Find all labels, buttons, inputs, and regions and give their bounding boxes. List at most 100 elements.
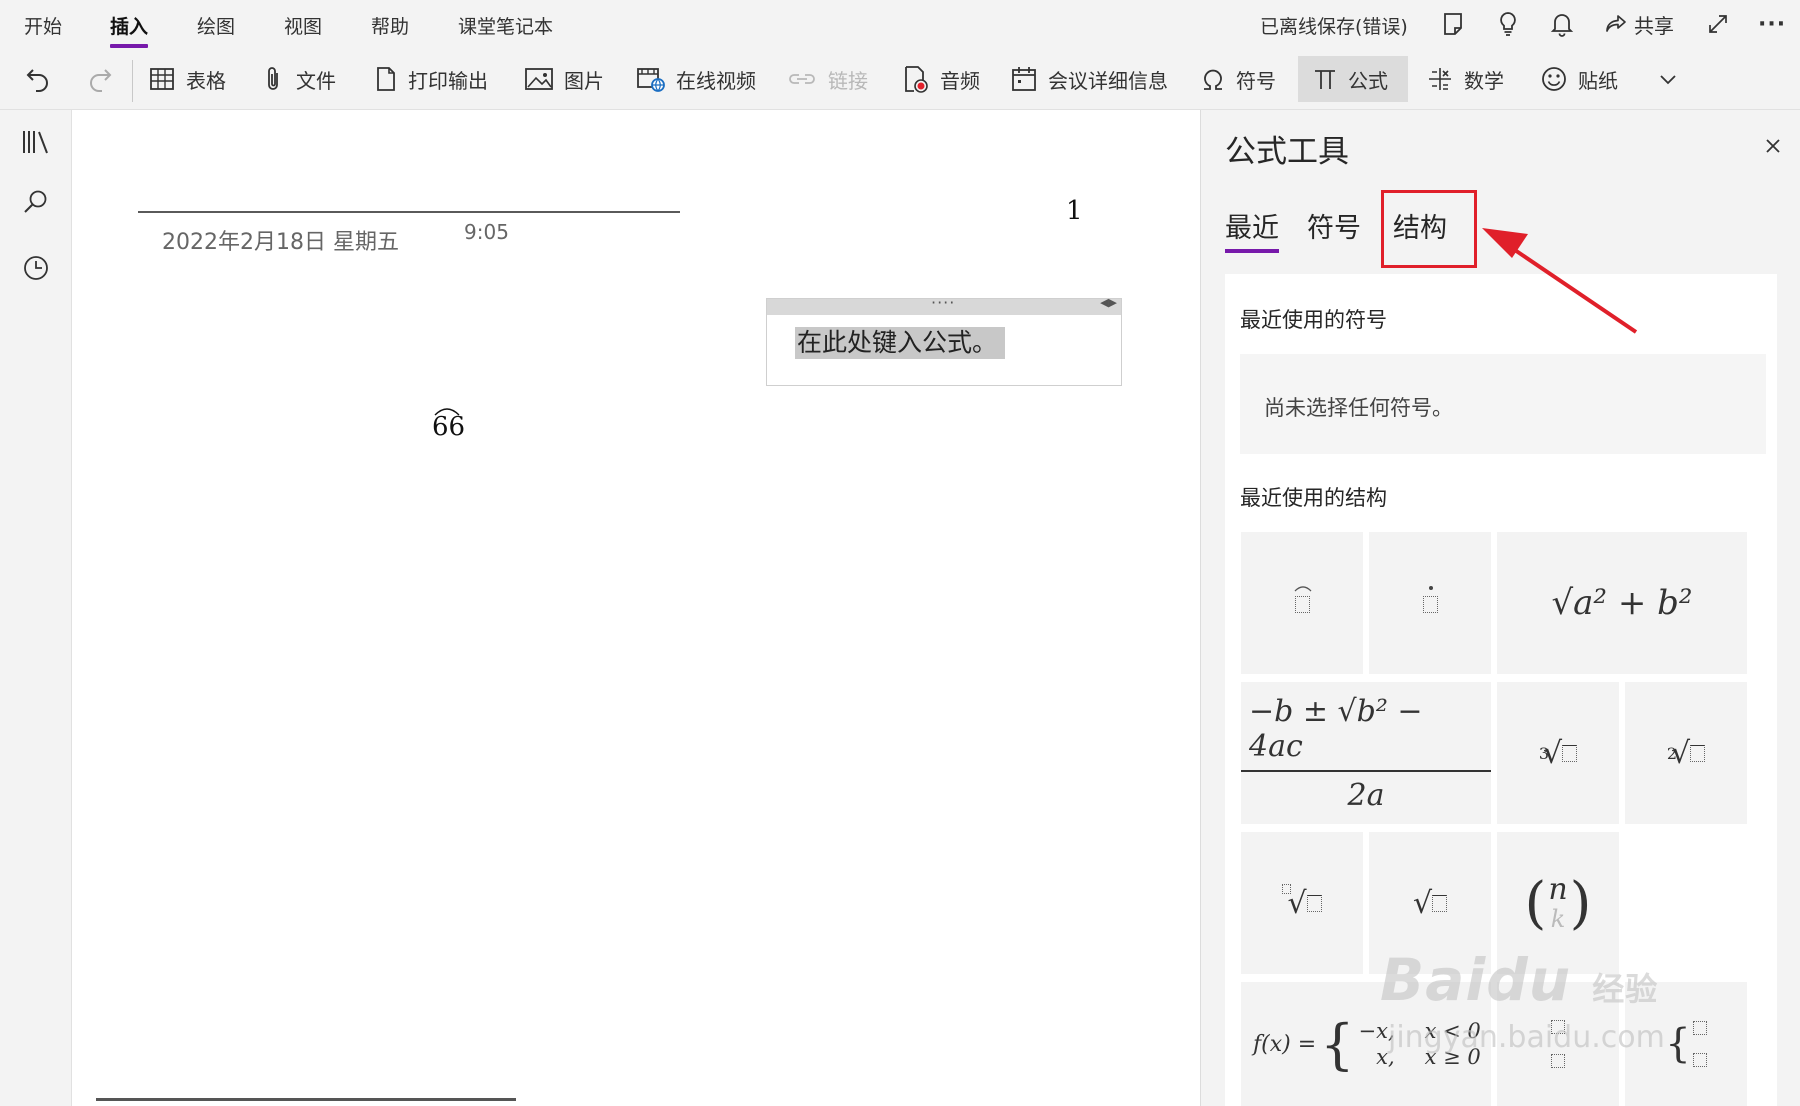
insert-equation-button[interactable]: 公式 — [1298, 56, 1408, 102]
left-rail — [0, 110, 72, 1106]
quadratic-denominator: 2a — [1347, 777, 1385, 813]
calendar-icon — [1012, 67, 1036, 91]
tab-insert[interactable]: 插入 — [110, 12, 149, 48]
cube-root-index: 3 — [1538, 743, 1550, 763]
smiley-icon — [1542, 67, 1566, 91]
more-options-button[interactable]: ··· — [1758, 6, 1786, 42]
insert-picture-button[interactable]: 图片 — [518, 56, 610, 102]
quadratic-numerator: −b ± √b² − 4ac — [1241, 694, 1491, 772]
tab-class-notebook[interactable]: 课堂笔记本 — [458, 12, 553, 39]
recent-symbols-heading: 最近使用的符号 — [1240, 308, 1387, 332]
link-label: 链接 — [828, 68, 868, 93]
insert-online-video-button[interactable]: 在线视频 — [630, 56, 762, 102]
save-status[interactable]: 已离线保存(错误) — [1260, 12, 1408, 39]
file-label: 文件 — [296, 68, 336, 93]
document-icon — [377, 67, 395, 91]
recent-clock-icon[interactable] — [18, 250, 54, 286]
share-label: 共享 — [1634, 13, 1674, 38]
structure-square-root-indexed[interactable]: 2 √ — [1625, 682, 1747, 824]
pane-title: 公式工具 — [1225, 134, 1349, 170]
pi-icon — [1315, 70, 1335, 89]
pane-tab-recent[interactable]: 最近 — [1225, 206, 1279, 253]
undo-icon — [26, 69, 48, 92]
drag-dots: ···· — [931, 293, 956, 312]
page-title-line[interactable] — [138, 211, 680, 213]
watermark-paw: du — [1486, 946, 1572, 1014]
structure-overarc[interactable] — [1241, 532, 1363, 674]
annotation-highlight-box — [1381, 190, 1477, 268]
bell-icon[interactable] — [1550, 6, 1574, 42]
picture-label: 图片 — [564, 68, 604, 93]
structure-cube-root[interactable]: 3 √ — [1497, 682, 1619, 824]
resize-arrows-icon[interactable]: ◀▶ — [1100, 296, 1117, 309]
page-date: 2022年2月18日 星期五 — [162, 230, 399, 255]
printout-label: 打印输出 — [408, 68, 488, 93]
page-number-text[interactable]: 1 — [1066, 196, 1083, 226]
insert-printout-button[interactable]: 打印输出 — [368, 56, 494, 102]
watermark-cn: 经验 — [1592, 970, 1659, 1008]
piecewise-f: f(x) = — [1253, 1031, 1317, 1057]
structure-quadratic-formula[interactable]: −b ± √b² − 4ac 2a — [1241, 682, 1491, 824]
arc-equation[interactable]: 66 — [432, 408, 465, 442]
tab-draw[interactable]: 绘图 — [197, 12, 235, 39]
ribbon-separator — [132, 60, 133, 102]
omega-icon — [1204, 69, 1222, 90]
search-icon[interactable] — [18, 184, 54, 220]
insert-file-button[interactable]: 文件 — [256, 56, 342, 102]
binomial-k: k — [1550, 905, 1566, 934]
table-icon — [150, 68, 174, 90]
notebooks-icon[interactable] — [18, 124, 54, 160]
arc-accent — [434, 408, 460, 416]
math-icon — [1429, 68, 1451, 90]
insert-link-button[interactable]: 链接 — [780, 56, 874, 102]
baidu-watermark: Baidu 经验 — [1380, 946, 1658, 1014]
structure-nth-root[interactable]: √ — [1241, 832, 1363, 974]
ribbon: 表格 文件 打印输出 图片 在线视频 链接 音频 会议详细信息 符号 公式 数学 — [0, 48, 1800, 110]
tab-home[interactable]: 开始 — [24, 12, 62, 39]
equation-label: 公式 — [1348, 68, 1388, 93]
fullscreen-icon[interactable] — [1706, 6, 1730, 42]
structure-dot-accent[interactable] — [1369, 532, 1491, 674]
table-label: 表格 — [186, 68, 226, 93]
recent-symbols-empty: 尚未选择任何符号。 — [1240, 354, 1766, 454]
share-icon — [1606, 15, 1626, 32]
insert-table-button[interactable]: 表格 — [142, 56, 232, 102]
redo-button[interactable] — [80, 56, 120, 102]
meeting-details-button[interactable]: 会议详细信息 — [1004, 56, 1174, 102]
no-symbol-message: 尚未选择任何符号。 — [1264, 396, 1453, 420]
container-drag-handle[interactable]: ···· ◀▶ — [767, 293, 1121, 315]
recent-structures-heading: 最近使用的结构 — [1240, 486, 1387, 510]
share-button[interactable]: 共享 — [1604, 6, 1674, 42]
structure-pythagoras[interactable]: √a² + b² — [1497, 532, 1747, 674]
equation-container[interactable]: ···· ◀▶ 在此处键入公式。 — [766, 293, 1122, 386]
watermark-brand: Bai — [1380, 946, 1487, 1014]
symbol-label: 符号 — [1236, 68, 1276, 93]
menu-bar: 开始 插入 绘图 视图 帮助 课堂笔记本 已离线保存(错误) 共享 ··· — [0, 0, 1800, 48]
paperclip-icon — [268, 67, 278, 90]
sticker-button[interactable]: 贴纸 — [1534, 56, 1624, 102]
meeting-details-label: 会议详细信息 — [1048, 68, 1168, 93]
redo-icon — [90, 69, 112, 92]
tab-view[interactable]: 视图 — [284, 12, 322, 39]
math-label: 数学 — [1464, 68, 1504, 93]
sticker-label: 贴纸 — [1578, 68, 1618, 93]
microphone-icon — [905, 66, 928, 93]
link-icon — [789, 74, 815, 84]
math-button[interactable]: 数学 — [1420, 56, 1510, 102]
notebook-icon[interactable] — [1440, 6, 1466, 42]
square-root-index: 2 — [1666, 743, 1678, 763]
audio-label: 音频 — [940, 68, 980, 93]
ribbon-expand-button[interactable] — [1652, 56, 1684, 102]
tab-help[interactable]: 帮助 — [371, 12, 409, 39]
undo-button[interactable] — [18, 56, 58, 102]
page-bottom-line — [96, 1098, 516, 1101]
close-icon[interactable] — [1761, 134, 1785, 158]
insert-audio-button[interactable]: 音频 — [896, 56, 986, 102]
lightbulb-icon[interactable] — [1496, 6, 1520, 42]
equation-placeholder[interactable]: 在此处键入公式。 — [795, 327, 1006, 359]
chevron-down-icon — [1660, 75, 1676, 85]
pane-tab-symbols[interactable]: 符号 — [1307, 206, 1361, 245]
watermark-url: jingyan.baidu.com — [1388, 1020, 1665, 1055]
insert-symbol-button[interactable]: 符号 — [1194, 56, 1282, 102]
page-canvas[interactable]: 2022年2月18日 星期五 9:05 1 ···· ◀▶ 在此处键入公式。 6… — [72, 110, 1267, 1106]
